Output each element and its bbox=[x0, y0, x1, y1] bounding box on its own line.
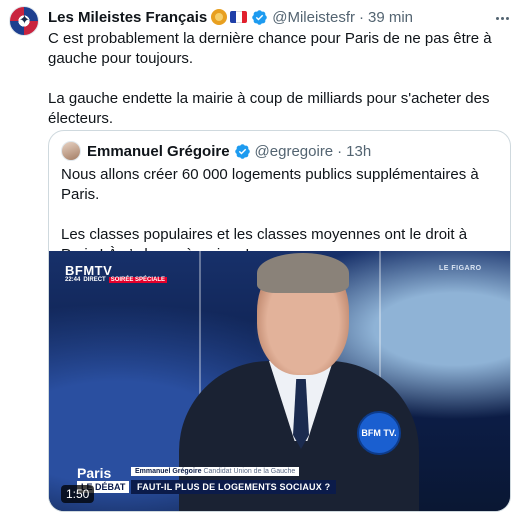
live-tag: DIRECT bbox=[83, 277, 106, 283]
lower-third-name: Emmanuel Grégoire Candidat Union de la G… bbox=[131, 467, 300, 476]
author-name[interactable]: Les Mileistes Français bbox=[48, 9, 207, 26]
video-player[interactable]: BFM TV. BFMTV 22:44 DIRECT SOIRÉE SPÉCIA… bbox=[49, 251, 510, 511]
tweet-paragraph: C est probablement la dernière chance po… bbox=[48, 30, 492, 67]
tweet-header: Les Mileistes Français @Mileistesfr · 39… bbox=[48, 8, 413, 26]
quoted-tweet-timestamp[interactable]: 13h bbox=[346, 143, 371, 160]
quoted-tweet-paragraph: Nous allons créer 60 000 logements publi… bbox=[61, 166, 479, 203]
microphone: BFM TV. bbox=[357, 411, 401, 455]
broadcast-tags: 22:44 DIRECT SOIRÉE SPÉCIALE bbox=[65, 277, 168, 283]
verified-badge-icon bbox=[252, 9, 268, 25]
lower-third-person: Emmanuel Grégoire bbox=[135, 468, 202, 475]
author-handle[interactable]: @Mileistesfr bbox=[272, 9, 355, 26]
verified-badge-icon bbox=[234, 143, 250, 159]
quoted-author-avatar[interactable] bbox=[61, 141, 81, 161]
french-flag-icon bbox=[230, 11, 248, 23]
broadcast-clock: 22:44 bbox=[65, 277, 81, 283]
separator-dot: · bbox=[358, 8, 364, 26]
tweet-timestamp[interactable]: 39 min bbox=[368, 9, 413, 26]
author-emojis bbox=[211, 9, 248, 25]
channel-logo: BFMTV bbox=[65, 263, 113, 278]
tweet-paragraph: La gauche endette la mairie à coup de mi… bbox=[48, 90, 490, 127]
more-options-icon[interactable] bbox=[492, 8, 512, 28]
partner-logo: LE FIGARO bbox=[439, 265, 482, 272]
quoted-tweet-text: Nous allons créer 60 000 logements publi… bbox=[61, 165, 501, 265]
separator-dot: · bbox=[337, 142, 343, 160]
quoted-tweet-header: Emmanuel Grégoire @egregoire · 13h bbox=[61, 141, 371, 161]
speaker-hair bbox=[257, 253, 349, 293]
lion-emoji-icon bbox=[211, 9, 228, 25]
author-avatar[interactable]: ✦ bbox=[9, 6, 39, 36]
show-label: Paris bbox=[77, 465, 112, 481]
lower-third-question: FAUT-IL PLUS DE LOGEMENTS SOCIAUX ? bbox=[131, 480, 337, 494]
program-tag: SOIRÉE SPÉCIALE bbox=[108, 277, 168, 283]
tweet-text: C est probablement la dernière chance po… bbox=[48, 29, 508, 129]
tweet[interactable]: ✦ Les Mileistes Français @Mileistesfr · … bbox=[0, 0, 525, 519]
lower-third-role: Candidat Union de la Gauche bbox=[203, 468, 296, 475]
quoted-tweet[interactable]: Emmanuel Grégoire @egregoire · 13h Nous … bbox=[48, 130, 511, 512]
quoted-author-name[interactable]: Emmanuel Grégoire bbox=[87, 143, 230, 160]
quoted-author-handle[interactable]: @egregoire bbox=[255, 143, 334, 160]
video-duration: 1:50 bbox=[61, 485, 95, 503]
